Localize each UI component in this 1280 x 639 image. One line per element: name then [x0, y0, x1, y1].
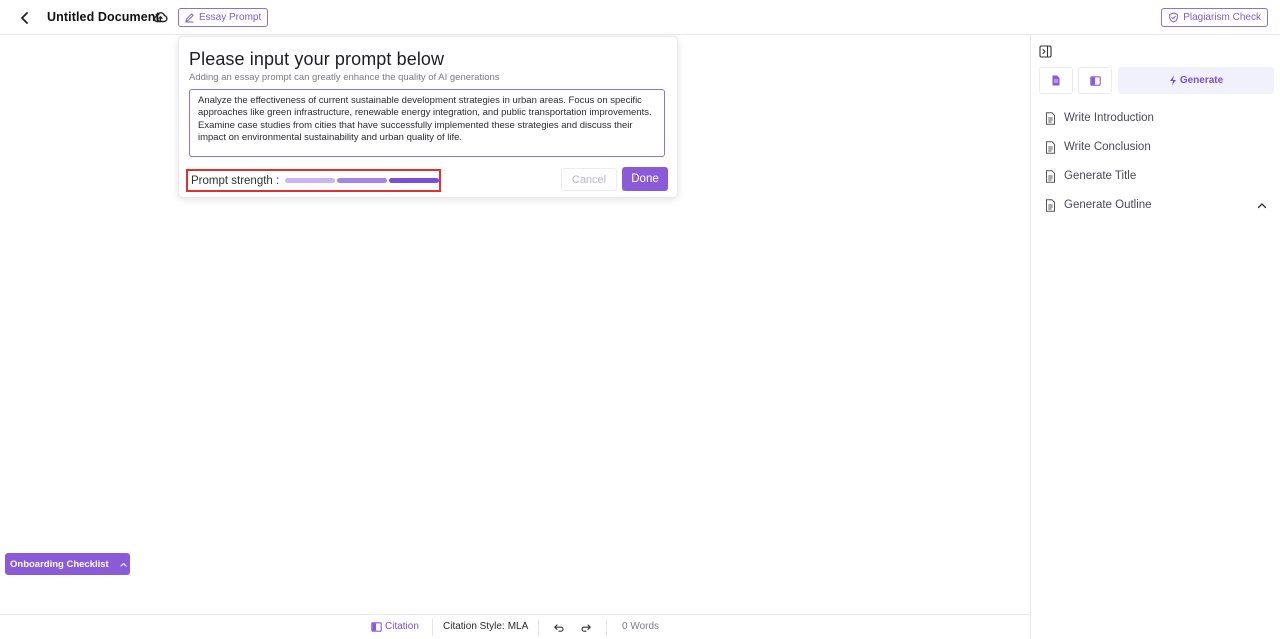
action-label: Generate Outline — [1064, 199, 1152, 211]
write-conclusion-action[interactable]: Write Conclusion — [1045, 138, 1151, 156]
book-icon — [371, 621, 382, 632]
pencil-icon — [185, 13, 194, 23]
dialog-subtitle: Adding an essay prompt can greatly enhan… — [189, 72, 500, 83]
book-icon — [1089, 75, 1101, 86]
tab-generate-label: Generate — [1179, 75, 1224, 86]
prompt-strength-indicator: Prompt strength : — [186, 169, 441, 192]
document-title[interactable]: Untitled Document — [47, 10, 160, 24]
collapse-panel-icon[interactable] — [1039, 45, 1052, 58]
right-sidebar: Generate Write Introduction Write Conclu… — [1030, 35, 1280, 639]
prompt-strength-label: Prompt strength : — [191, 174, 280, 187]
plagiarism-check-label: Plagiarism Check — [1183, 12, 1261, 23]
chevron-up-icon — [120, 562, 127, 567]
divider — [538, 619, 539, 636]
dialog-title: Please input your prompt below — [189, 49, 445, 69]
action-label: Write Introduction — [1064, 112, 1154, 124]
action-label: Write Conclusion — [1064, 141, 1151, 153]
cloud-upload-icon[interactable] — [152, 9, 169, 26]
onboarding-checklist-label: Onboarding Checklist — [10, 558, 109, 570]
essay-prompt-label: Essay Prompt — [199, 12, 262, 23]
strength-bar-1 — [285, 178, 336, 183]
document-icon — [1046, 198, 1055, 212]
undo-icon[interactable] — [553, 621, 565, 633]
prompt-strength-bars — [285, 178, 440, 183]
tab-document[interactable] — [1039, 67, 1073, 94]
strength-bar-3 — [389, 178, 440, 183]
citation-style-value[interactable]: MLA — [508, 621, 529, 632]
write-introduction-action[interactable]: Write Introduction — [1045, 109, 1154, 127]
tab-citations[interactable] — [1078, 67, 1112, 94]
shield-check-icon — [1169, 12, 1178, 23]
lightning-icon — [1169, 75, 1176, 86]
citation-label: Citation — [385, 621, 419, 632]
citation-style-label: Citation Style: — [443, 621, 505, 632]
prompt-textarea[interactable]: Analyze the effectiveness of current sus… — [189, 89, 665, 157]
divider — [432, 619, 433, 636]
generate-outline-action[interactable]: Generate Outline — [1045, 196, 1152, 214]
cancel-button[interactable]: Cancel — [561, 168, 617, 191]
divider — [606, 619, 607, 636]
top-bar: Untitled Document Essay Prompt Plagiaris… — [0, 0, 1280, 35]
essay-prompt-button[interactable]: Essay Prompt — [178, 8, 269, 27]
plagiarism-check-button[interactable]: Plagiarism Check — [1161, 8, 1268, 27]
document-icon — [1046, 111, 1055, 125]
onboarding-checklist-button[interactable]: Onboarding Checklist — [5, 553, 130, 575]
redo-icon[interactable] — [580, 621, 592, 633]
bottom-status-bar: Citation Citation Style: MLA 0 Words — [0, 614, 1030, 639]
strength-bar-2 — [337, 178, 388, 183]
document-filled-icon — [1052, 75, 1060, 86]
document-icon — [1046, 169, 1055, 183]
back-button[interactable] — [16, 9, 34, 27]
chevron-up-icon[interactable] — [1256, 199, 1268, 211]
tab-generate[interactable]: Generate — [1118, 67, 1274, 94]
document-icon — [1046, 140, 1055, 154]
essay-prompt-dialog: Please input your prompt below Adding an… — [178, 36, 678, 198]
chevron-left-icon — [21, 12, 28, 24]
word-count: 0 Words — [622, 621, 660, 632]
generate-title-action[interactable]: Generate Title — [1045, 167, 1136, 185]
citation-button[interactable]: Citation — [371, 621, 419, 632]
done-button[interactable]: Done — [622, 167, 668, 191]
action-label: Generate Title — [1064, 170, 1137, 182]
citation-style-selector[interactable]: Citation Style: MLA — [443, 621, 528, 632]
